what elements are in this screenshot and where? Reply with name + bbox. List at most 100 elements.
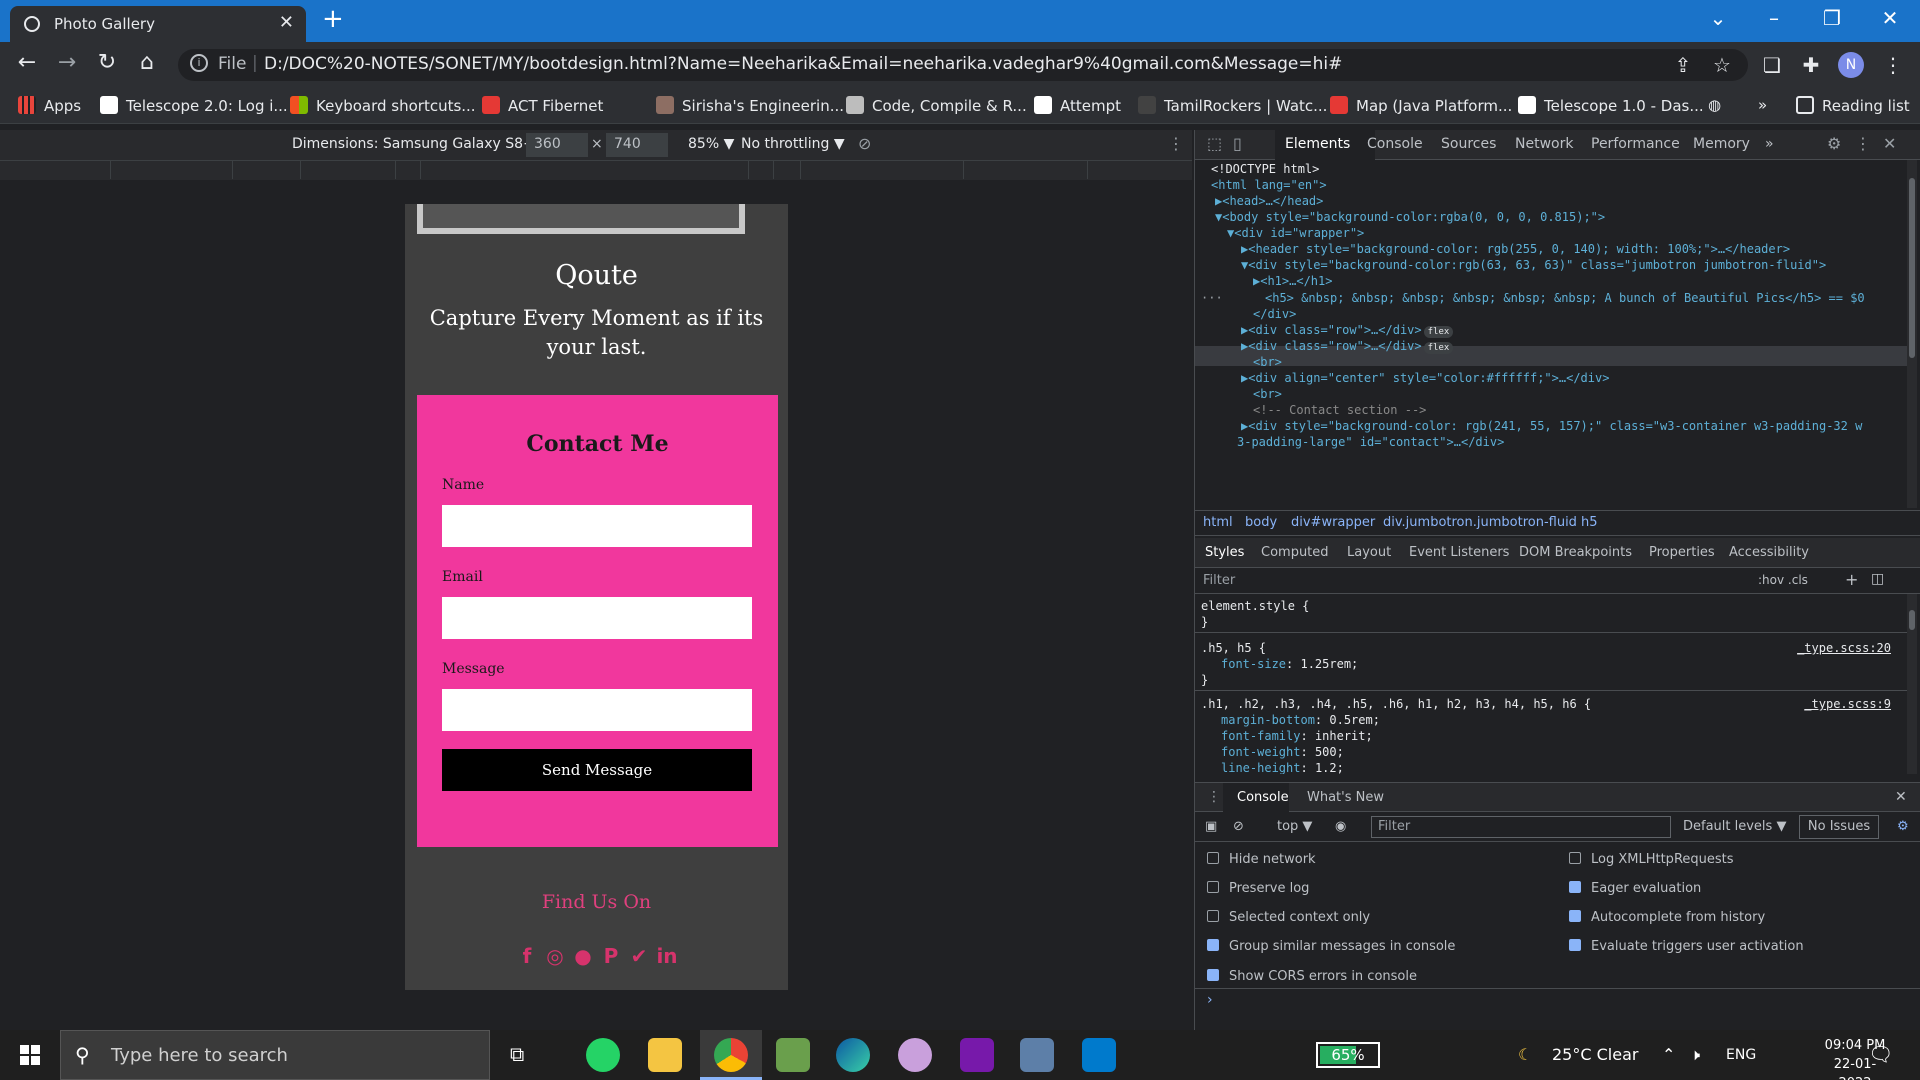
- pinterest-icon[interactable]: P: [599, 944, 623, 968]
- email-field[interactable]: [442, 597, 752, 639]
- option-log-xhr[interactable]: Log XMLHttpRequests: [1569, 852, 1734, 867]
- tab-network[interactable]: Network: [1515, 136, 1573, 152]
- style-rule-selector[interactable]: .h5, h5 {: [1201, 640, 1266, 656]
- tab-layout[interactable]: Layout: [1347, 545, 1391, 560]
- close-drawer-icon[interactable]: ✕: [1895, 789, 1907, 805]
- tab-properties[interactable]: Properties: [1649, 545, 1715, 560]
- reload-icon[interactable]: ↻: [92, 50, 122, 75]
- paint-icon[interactable]: [898, 1038, 932, 1072]
- dom-tree[interactable]: <!DOCTYPE html> <html lang="en"> ▶<head>…: [1195, 160, 1907, 538]
- tab-sources[interactable]: Sources: [1441, 136, 1496, 152]
- close-devtools-icon[interactable]: ✕: [1883, 134, 1896, 153]
- option-selected-context[interactable]: Selected context only: [1207, 910, 1370, 925]
- crumb-h5[interactable]: h5: [1581, 515, 1598, 530]
- tab-list-icon[interactable]: ⌄: [1698, 6, 1738, 30]
- forward-icon[interactable]: →: [52, 50, 82, 75]
- scroll-thumb[interactable]: [1909, 178, 1915, 358]
- new-tab-button[interactable]: +: [322, 4, 344, 34]
- bookmark-sirisha[interactable]: Sirisha's Engineerin...: [656, 96, 844, 115]
- address-bar[interactable]: i File | D:/DOC%20-NOTES/SONET/MY/bootde…: [178, 49, 1748, 81]
- edge-icon[interactable]: [836, 1038, 870, 1072]
- style-declaration[interactable]: font-size: 1.25rem;: [1221, 656, 1358, 672]
- drawer-menu-icon[interactable]: ⋮: [1207, 789, 1221, 805]
- instagram-icon[interactable]: ◎: [543, 944, 567, 968]
- checkbox[interactable]: [1207, 969, 1219, 981]
- sidebar-toggle-icon[interactable]: ▣: [1205, 819, 1217, 834]
- dom-ellipsis[interactable]: ···: [1201, 289, 1223, 309]
- checkbox[interactable]: [1207, 910, 1219, 922]
- checkbox[interactable]: [1569, 852, 1581, 864]
- battery-indicator[interactable]: 65%: [1316, 1042, 1380, 1068]
- console-prompt[interactable]: ›: [1207, 992, 1213, 1008]
- app-icon[interactable]: [1020, 1038, 1054, 1072]
- scroll-thumb[interactable]: [1909, 610, 1915, 630]
- bookmark-act-fibernet[interactable]: ACT Fibernet: [482, 96, 603, 115]
- option-group-similar[interactable]: Group similar messages in console: [1207, 939, 1455, 954]
- bookmark-tamilrockers[interactable]: TamilRockers | Watc...: [1138, 96, 1327, 115]
- send-message-button[interactable]: Send Message: [442, 749, 752, 791]
- star-icon[interactable]: ☆: [1707, 53, 1737, 77]
- tab-memory[interactable]: Memory: [1693, 136, 1750, 152]
- taskbar-search-box[interactable]: ⚲ Type here to search: [60, 1030, 490, 1080]
- bookmark-telescope-1[interactable]: Telescope 1.0 - Das...: [1518, 96, 1704, 115]
- dom-node[interactable]: 3-padding-large" id="contact">…</div>: [1237, 433, 1504, 453]
- drawer-tab-whats-new[interactable]: What's New: [1307, 790, 1384, 805]
- onenote-icon[interactable]: [960, 1038, 994, 1072]
- checkbox[interactable]: [1207, 852, 1219, 864]
- weather-moon-icon[interactable]: ☾: [1518, 1045, 1532, 1064]
- crumb-jumbotron[interactable]: div.jumbotron.jumbotron-fluid: [1383, 515, 1577, 530]
- styles-pane[interactable]: element.style { } .h5, h5 { _type.scss:2…: [1195, 594, 1907, 774]
- throttling-select[interactable]: No throttling ▼: [741, 136, 845, 152]
- log-levels-select[interactable]: Default levels ▼: [1683, 819, 1786, 834]
- tab-elements[interactable]: Elements: [1285, 136, 1350, 152]
- notifications-icon[interactable]: 🗨: [1868, 1042, 1893, 1066]
- volume-mute-icon[interactable]: 🕨: [1690, 1045, 1700, 1065]
- style-rule-selector[interactable]: .h1, .h2, .h3, .h4, .h5, .h6, h1, h2, h3…: [1201, 696, 1591, 712]
- tab-event-listeners[interactable]: Event Listeners: [1409, 545, 1509, 560]
- windows-start-icon[interactable]: [20, 1045, 40, 1065]
- tab-dom-breakpoints[interactable]: DOM Breakpoints: [1519, 545, 1632, 560]
- weather-text[interactable]: 25°C Clear: [1552, 1045, 1638, 1064]
- crumb-body[interactable]: body: [1245, 515, 1277, 530]
- close-window-icon[interactable]: ✕: [1870, 6, 1910, 30]
- vscode-icon[interactable]: [1082, 1038, 1116, 1072]
- app-icon[interactable]: [776, 1038, 810, 1072]
- language-indicator[interactable]: ENG: [1726, 1047, 1756, 1063]
- name-field[interactable]: [442, 505, 752, 547]
- linkedin-icon[interactable]: in: [655, 944, 679, 968]
- menu-icon[interactable]: ⋮: [1878, 53, 1908, 77]
- dom-node[interactable]: ▶<div align="center" style="color:#fffff…: [1241, 369, 1609, 389]
- file-explorer-icon[interactable]: [648, 1038, 682, 1072]
- bookmark-apps[interactable]: Apps: [18, 96, 81, 115]
- chrome-icon[interactable]: [714, 1038, 748, 1072]
- inspect-element-icon[interactable]: ⬚: [1207, 134, 1222, 153]
- tab-computed[interactable]: Computed: [1261, 545, 1329, 560]
- bookmark-map-java[interactable]: Map (Java Platform...: [1330, 96, 1512, 115]
- twitter-icon[interactable]: ✔: [627, 944, 651, 968]
- rotate-icon[interactable]: ⊘: [858, 134, 871, 153]
- dom-scrollbar[interactable]: [1907, 160, 1917, 508]
- crumb-html[interactable]: html: [1203, 515, 1233, 530]
- style-source-link[interactable]: _type.scss:9: [1804, 696, 1891, 712]
- tab-styles[interactable]: Styles: [1205, 545, 1244, 560]
- context-select[interactable]: top ▼: [1277, 819, 1312, 834]
- reading-list-button[interactable]: Reading list: [1796, 96, 1910, 115]
- message-field[interactable]: [442, 689, 752, 731]
- tray-chevron-icon[interactable]: ⌃: [1662, 1045, 1675, 1064]
- browser-tab[interactable]: Photo Gallery ✕: [10, 6, 306, 42]
- option-eager-eval[interactable]: Eager evaluation: [1569, 881, 1701, 896]
- style-source-link[interactable]: _type.scss:20: [1797, 640, 1891, 656]
- option-autocomplete[interactable]: Autocomplete from history: [1569, 910, 1765, 925]
- device-toggle-icon[interactable]: ▯: [1233, 134, 1242, 153]
- console-settings-icon[interactable]: ⚙: [1897, 819, 1909, 834]
- info-icon[interactable]: i: [190, 54, 208, 72]
- back-icon[interactable]: ←: [12, 50, 42, 75]
- bookmark-code-compile[interactable]: Code, Compile & R...: [846, 96, 1027, 115]
- media-query-ruler[interactable]: [0, 160, 1192, 180]
- styles-scrollbar[interactable]: [1907, 594, 1917, 774]
- option-hide-network[interactable]: Hide network: [1207, 852, 1316, 867]
- bookmark-telescope-2[interactable]: Telescope 2.0: Log i...: [100, 96, 288, 115]
- style-declaration[interactable]: font-weight: 500;: [1221, 744, 1344, 760]
- restore-icon[interactable]: ❐: [1812, 6, 1852, 30]
- checkbox[interactable]: [1207, 881, 1219, 893]
